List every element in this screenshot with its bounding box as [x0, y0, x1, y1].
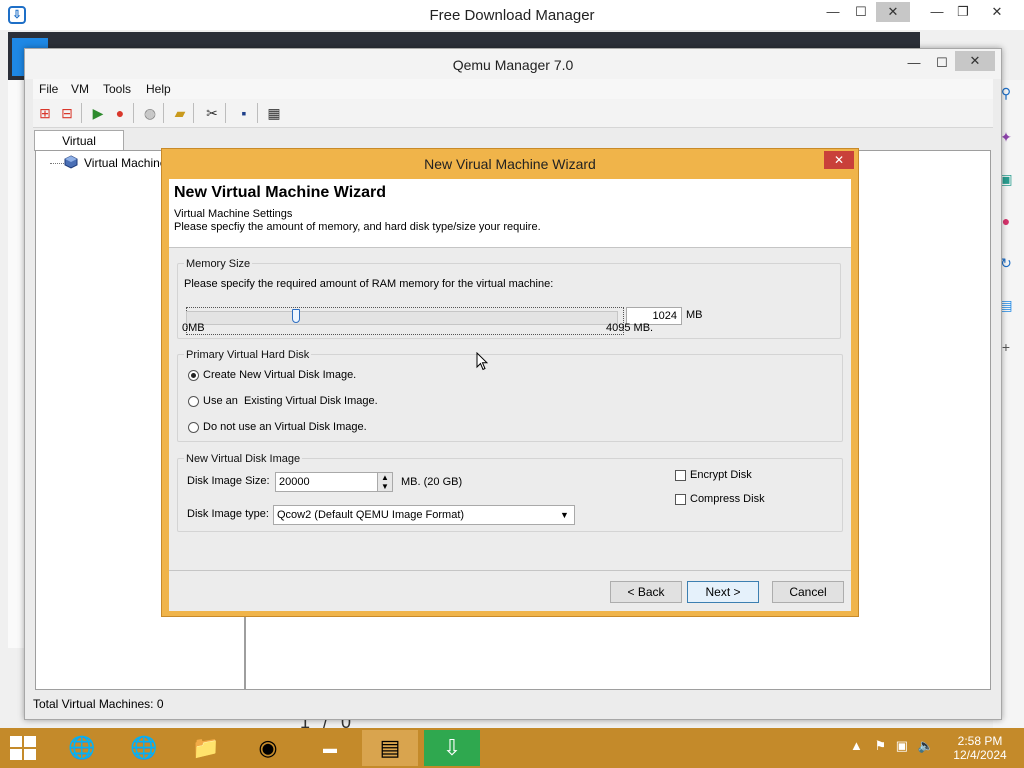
- remove-vm-icon[interactable]: ⊟: [58, 104, 76, 122]
- menu-help[interactable]: Help: [146, 82, 171, 96]
- file-explorer-icon[interactable]: 📁: [178, 730, 234, 766]
- wizard-footer: < Back Next > Cancel: [169, 570, 851, 611]
- memory-min-label: 0MB: [182, 322, 205, 334]
- action-center-icon[interactable]: ⚑: [875, 738, 887, 753]
- taskbar-clock[interactable]: 2:58 PM 12/4/2024: [948, 734, 1012, 762]
- stop-vm-icon[interactable]: ●: [111, 104, 129, 122]
- menu-file[interactable]: File: [39, 82, 58, 96]
- radio-create-new-disk-label[interactable]: Create New Virtual Disk Image.: [203, 369, 356, 381]
- new-disk-image-group: New Virtual Disk Image Disk Image Size: …: [177, 453, 843, 532]
- volume-icon[interactable]: 🔈: [918, 738, 934, 753]
- memory-unit: MB: [686, 309, 703, 321]
- network-icon[interactable]: ▣: [896, 738, 908, 753]
- primary-disk-group: Primary Virtual Hard Disk Create New Vir…: [177, 349, 843, 442]
- disk-size-unit: MB. (20 GB): [401, 476, 463, 488]
- qemu-title: Qemu Manager 7.0: [452, 57, 574, 73]
- wizard-description: Please specfiy the amount of memory, and…: [174, 221, 541, 233]
- radio-no-disk-label[interactable]: Do not use an Virtual Disk Image.: [203, 421, 367, 433]
- save-icon[interactable]: ▪: [235, 104, 253, 122]
- disk-size-spinner[interactable]: ▲ ▼: [377, 472, 393, 492]
- wizard-heading: New Virtual Machine Wizard: [174, 184, 387, 201]
- command-prompt-icon[interactable]: ▬: [302, 730, 358, 766]
- tray-expand-icon[interactable]: ▲: [850, 738, 863, 753]
- new-disk-image-group-label: New Virtual Disk Image: [184, 453, 303, 465]
- system-tray: ▲ ⚑ ▣ 🔈: [850, 738, 934, 754]
- add-vm-icon[interactable]: ⊞: [36, 104, 54, 122]
- wizard-title: New Virual Machine Wizard: [424, 156, 596, 172]
- desktop-close-button[interactable]: ✕: [980, 2, 1014, 22]
- disk-type-dropdown[interactable]: Qcow2 (Default QEMU Image Format) ▼: [273, 505, 575, 525]
- wizard-close-button[interactable]: ✕: [824, 151, 854, 169]
- toolbar-separator: [133, 103, 134, 123]
- toolbar-separator: [225, 103, 226, 123]
- wizard-header: New Virtual Machine Wizard Virtual Machi…: [169, 179, 851, 248]
- tab-virtual-machines[interactable]: Virtual Machines: [34, 130, 124, 168]
- tools-icon[interactable]: ✂: [203, 104, 221, 122]
- globe-app-icon[interactable]: 🌐: [116, 730, 172, 766]
- wizard-title-bar: New Virual Machine Wizard ✕: [162, 149, 858, 179]
- qemu-toolbar: ⊞ ⊟ ▶ ● ◍ ▰ ✂ ▪ ▦: [33, 99, 993, 128]
- radio-use-existing-disk[interactable]: [188, 396, 199, 407]
- back-button[interactable]: < Back: [610, 581, 682, 603]
- desktop-restore-button[interactable]: ❐: [946, 2, 980, 22]
- fdm-close-button[interactable]: ✕: [876, 2, 910, 22]
- wizard-content: Memory Size Please specify the required …: [169, 248, 851, 570]
- memory-instruction: Please specify the required amount of RA…: [184, 278, 554, 290]
- edge-browser-icon[interactable]: ◉: [240, 730, 296, 766]
- free-download-manager-taskbar-icon[interactable]: ⇩: [424, 730, 480, 766]
- clock-time: 2:58 PM: [957, 734, 1003, 748]
- primary-disk-group-label: Primary Virtual Hard Disk: [184, 349, 312, 361]
- status-bar-text: Total Virtual Machines: 0: [33, 697, 164, 711]
- radio-no-disk[interactable]: [188, 422, 199, 433]
- qemu-maximize-button[interactable]: ☐: [925, 53, 959, 73]
- toolbar-separator: [81, 103, 82, 123]
- toolbar-separator: [163, 103, 164, 123]
- fdm-title-bar: ⇩ Free Download Manager — ☐ ✕ — ❐ ✕: [0, 0, 1024, 30]
- wizard-subheading: Virtual Machine Settings: [174, 208, 293, 220]
- menu-vm[interactable]: VM: [71, 82, 89, 96]
- memory-group-label: Memory Size: [184, 258, 253, 270]
- clock-date: 12/4/2024: [953, 748, 1007, 762]
- next-button[interactable]: Next >: [687, 581, 759, 603]
- disk-type-label: Disk Image type:: [187, 508, 269, 520]
- disk-size-label: Disk Image Size:: [187, 475, 270, 487]
- encrypt-disk-checkbox[interactable]: [675, 470, 686, 481]
- compress-disk-label[interactable]: Compress Disk: [690, 493, 765, 505]
- mouse-cursor-icon: [476, 352, 488, 371]
- toolbar-separator: [193, 103, 194, 123]
- tree-item-virtual-machines[interactable]: Virtual Machines: [84, 156, 173, 170]
- tool-options-icon[interactable]: ▦: [265, 104, 283, 122]
- toolbar-separator: [257, 103, 258, 123]
- memory-slider-track[interactable]: [186, 311, 618, 325]
- windows-start-icon[interactable]: [10, 736, 36, 760]
- new-vm-wizard-dialog: New Virual Machine Wizard ✕ New Virtual …: [161, 148, 859, 617]
- wizard-body: New Virtual Machine Wizard Virtual Machi…: [169, 179, 851, 611]
- radio-use-existing-disk-label[interactable]: Use an Existing Virtual Disk Image.: [203, 395, 378, 407]
- qemu-globe-app-icon[interactable]: 🌐: [54, 730, 110, 766]
- qemu-title-bar: Qemu Manager 7.0 — ☐ ✕: [25, 49, 1001, 79]
- qemu-close-button[interactable]: ✕: [955, 51, 995, 71]
- start-vm-icon[interactable]: ▶: [89, 104, 107, 122]
- memory-max-label: 4095 MB.: [606, 322, 654, 334]
- disk-type-value: Qcow2 (Default QEMU Image Format): [277, 509, 465, 521]
- menu-tools[interactable]: Tools: [103, 82, 131, 96]
- compress-disk-checkbox[interactable]: [675, 494, 686, 505]
- vm-cube-icon: [64, 155, 78, 169]
- chevron-down-icon: ▼: [560, 510, 569, 520]
- encrypt-disk-label[interactable]: Encrypt Disk: [690, 469, 752, 481]
- taskbar: 🌐 🌐 📁 ◉ ▬ ▤ ⇩ ▲ ⚑ ▣ 🔈 2:58 PM 12/4/2024: [0, 728, 1024, 768]
- disk-size-input[interactable]: 20000: [275, 472, 379, 492]
- open-folder-icon[interactable]: ▰: [171, 104, 189, 122]
- memory-slider-thumb[interactable]: [292, 309, 300, 323]
- qemu-manager-taskbar-icon[interactable]: ▤: [362, 730, 418, 766]
- memory-size-group: Memory Size Please specify the required …: [177, 258, 841, 339]
- qemu-menu-bar: File VM Tools Help: [33, 79, 993, 99]
- cancel-button[interactable]: Cancel: [772, 581, 844, 603]
- globe-icon[interactable]: ◍: [141, 104, 159, 122]
- fdm-maximize-button[interactable]: ☐: [844, 2, 878, 22]
- radio-create-new-disk[interactable]: [188, 370, 199, 381]
